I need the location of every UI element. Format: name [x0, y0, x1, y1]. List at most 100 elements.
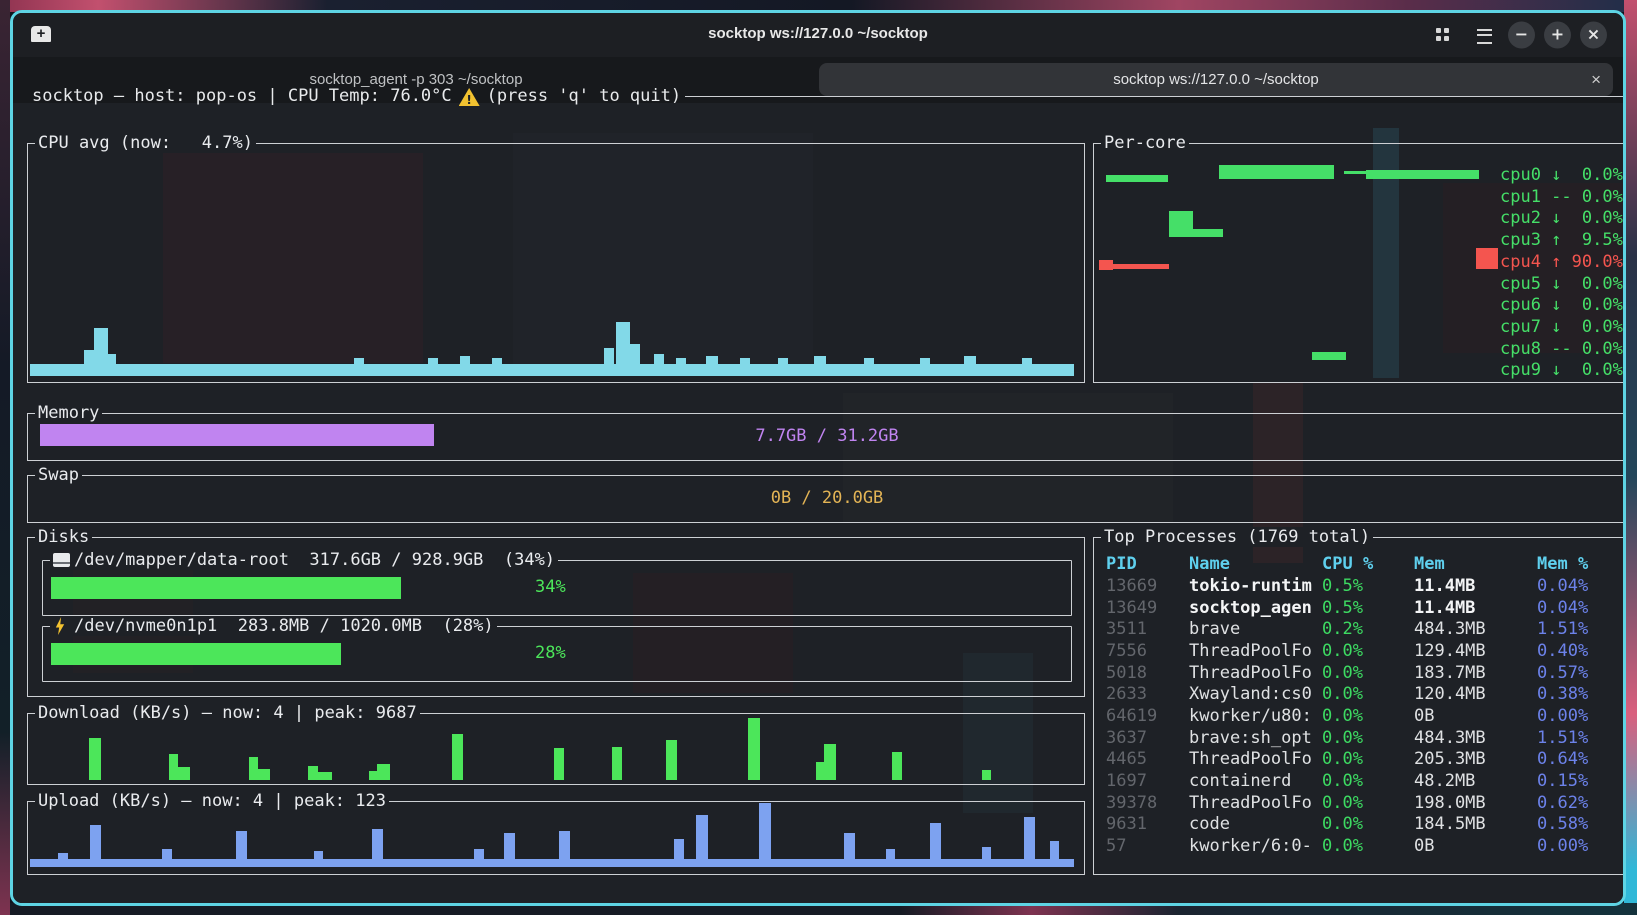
proc-cell-memp: 1.51% [1537, 728, 1588, 748]
core-spark-segment [1169, 211, 1193, 237]
memory-title: Memory [35, 403, 102, 423]
upload-spike-bar [559, 831, 570, 861]
processes-panel: Top Processes (1769 total) PIDNameCPU %M… [1093, 537, 1626, 875]
core-row-cpu8: cpu8 -- 0.0% [1500, 339, 1623, 359]
cpu-spike-bar [706, 356, 718, 366]
close-button[interactable]: × [1580, 22, 1607, 49]
proc-cell-pid: 13649 [1106, 598, 1157, 618]
terminal-content: socktop — host: pop-os | CPU Temp: 76.0°… [13, 103, 1623, 903]
proc-cell-mem: 183.7MB [1414, 663, 1486, 683]
upload-spike-bar [236, 831, 247, 861]
cpu-avg-panel: socktop — host: pop-os | CPU Temp: 76.0°… [27, 143, 1085, 383]
minimize-button[interactable]: − [1508, 22, 1535, 49]
proc-cell-name: ThreadPoolFo [1189, 749, 1312, 769]
wallpaper-left [0, 0, 10, 915]
disk-nvme: /dev/nvme0n1p1 283.8MB / 1020.0MB (28%) … [42, 626, 1072, 682]
proc-cell-name: ThreadPoolFo [1189, 793, 1312, 813]
proc-col-header: PID [1106, 554, 1137, 574]
core-row-cpu5: cpu5 ↓ 0.0% [1500, 274, 1623, 294]
core-spark-segment [1366, 170, 1479, 179]
proc-cell-memp: 0.15% [1537, 771, 1588, 791]
core-spark-segment [1344, 171, 1366, 174]
proc-cell-mem: 11.4MB [1414, 576, 1475, 596]
download-bar [369, 771, 377, 780]
proc-cell-name: socktop_agen [1189, 598, 1312, 618]
proc-cell-memp: 0.00% [1537, 706, 1588, 726]
proc-cell-mem: 205.3MB [1414, 749, 1486, 769]
cpu4-alert-block [1476, 248, 1498, 269]
download-bar [824, 744, 836, 780]
upload-spike-bar [162, 849, 172, 861]
proc-cell-name: ThreadPoolFo [1189, 641, 1312, 661]
disk-drive-icon [53, 553, 70, 567]
hamburger-menu-icon[interactable] [1477, 29, 1492, 44]
proc-cell-name: containerd [1189, 771, 1291, 791]
titlebar[interactable]: + socktop ws://127.0.0 ~/socktop − + × [13, 13, 1623, 57]
cpu-avg-title: CPU avg (now: 4.7%) [35, 133, 256, 153]
cpu-spike-bar [428, 358, 438, 366]
proc-cell-name: brave:sh_opt [1189, 728, 1312, 748]
cpu-spike-bar [630, 344, 640, 366]
proc-cell-memp: 0.58% [1537, 814, 1588, 834]
download-bar [249, 769, 270, 780]
proc-cell-mem: 120.4MB [1414, 684, 1486, 704]
download-bar [452, 734, 463, 780]
core-spark-segment [1193, 229, 1223, 237]
proc-cell-cpu: 0.0% [1322, 663, 1363, 683]
lightning-icon [53, 617, 67, 635]
cpu-spike-bar [654, 354, 664, 366]
proc-cell-cpu: 0.0% [1322, 706, 1363, 726]
proc-col-header: Mem % [1537, 554, 1588, 574]
terminal-window: + socktop ws://127.0.0 ~/socktop − + × s… [10, 10, 1626, 906]
proc-cell-memp: 0.04% [1537, 598, 1588, 618]
proc-cell-cpu: 0.0% [1322, 728, 1363, 748]
cpu-spike-bar [94, 328, 108, 366]
proc-cell-mem: 484.3MB [1414, 619, 1486, 639]
proc-cell-name: ThreadPoolFo [1189, 663, 1312, 683]
proc-cell-cpu: 0.2% [1322, 619, 1363, 639]
disk-nvme-title: /dev/nvme0n1p1 283.8MB / 1020.0MB (28%) [50, 616, 497, 636]
upload-title: Upload (KB/s) — now: 4 | peak: 123 [35, 791, 389, 811]
proc-cell-pid: 7556 [1106, 641, 1147, 661]
cpu-spike-bar [964, 356, 976, 366]
proc-cell-pid: 57 [1106, 836, 1126, 856]
proc-cell-pid: 3511 [1106, 619, 1147, 639]
cpu-spike-bar [460, 356, 470, 366]
maximize-button[interactable]: + [1544, 22, 1571, 49]
proc-cell-mem: 0B [1414, 706, 1434, 726]
grid-menu-icon[interactable] [1436, 28, 1449, 41]
upload-spike-bar [504, 833, 515, 861]
proc-cell-memp: 0.57% [1537, 663, 1588, 683]
swap-title: Swap [35, 465, 82, 485]
upload-spike-bar [58, 853, 68, 861]
cpu-spike-bar [604, 348, 614, 366]
proc-cell-pid: 2633 [1106, 684, 1147, 704]
core-row-cpu1: cpu1 -- 0.0% [1500, 187, 1623, 207]
core-row-cpu7: cpu7 ↓ 0.0% [1500, 317, 1623, 337]
processes-title: Top Processes (1769 total) [1101, 527, 1373, 547]
core-row-cpu4: cpu4 ↑ 90.0% [1500, 252, 1623, 272]
proc-cell-memp: 0.38% [1537, 684, 1588, 704]
swap-usage-label: 0B / 20.0GB [28, 488, 1626, 508]
disk-nvme-label: /dev/nvme0n1p1 283.8MB / 1020.0MB (28%) [74, 616, 494, 636]
proc-cell-name: kworker/u80: [1189, 706, 1312, 726]
proc-cell-cpu: 0.0% [1322, 814, 1363, 834]
disk-nvme-pct: 28% [535, 643, 566, 663]
proc-cell-cpu: 0.5% [1322, 576, 1363, 596]
proc-col-header: Name [1189, 554, 1230, 574]
core-spark-segment [1106, 175, 1168, 182]
disk-data-root-bar [51, 577, 401, 599]
proc-cell-pid: 1697 [1106, 771, 1147, 791]
download-panel: Download (KB/s) — now: 4 | peak: 9687 [27, 713, 1085, 785]
warning-icon [459, 88, 480, 106]
disks-title: Disks [35, 527, 92, 547]
proc-cell-memp: 0.64% [1537, 749, 1588, 769]
proc-cell-pid: 9631 [1106, 814, 1147, 834]
cpu-spike-bar [814, 356, 826, 366]
core-row-cpu6: cpu6 ↓ 0.0% [1500, 295, 1623, 315]
upload-spike-bar [90, 825, 101, 861]
download-bar [89, 738, 101, 780]
cpu-spike-bar [108, 354, 116, 366]
download-bar [308, 772, 332, 780]
proc-cell-name: kworker/6:0- [1189, 836, 1312, 856]
